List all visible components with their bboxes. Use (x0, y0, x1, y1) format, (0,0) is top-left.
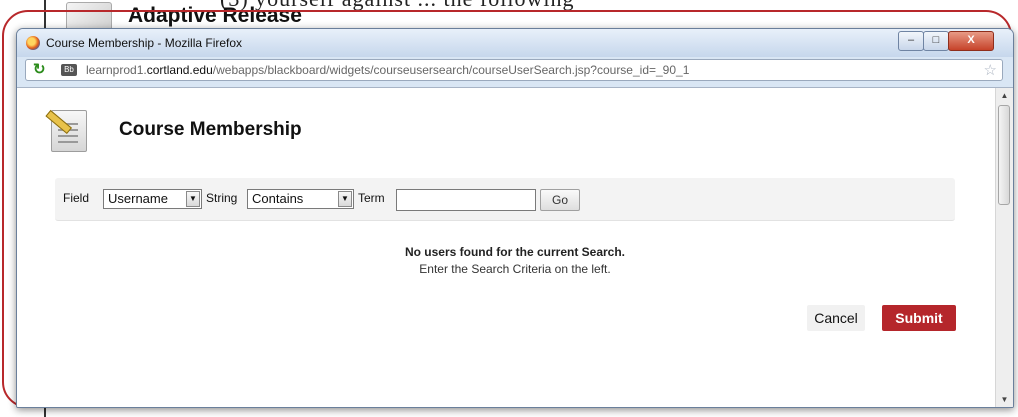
term-input[interactable] (396, 189, 536, 211)
string-label: String (206, 191, 238, 205)
page-title: Course Membership (119, 119, 302, 140)
term-label: Term (358, 191, 385, 205)
string-select-value: Contains (252, 191, 304, 206)
star-icon[interactable]: ☆ (984, 61, 997, 79)
search-hint-message: Enter the Search Criteria on the left. (419, 262, 611, 276)
cancel-button[interactable]: Cancel (807, 305, 865, 331)
window-title: Course Membership - Mozilla Firefox (46, 36, 243, 50)
firefox-window: Course Membership - Mozilla Firefox – □ … (16, 28, 1014, 408)
chevron-down-icon[interactable]: ▼ (186, 191, 200, 207)
reload-icon[interactable]: ↻ (33, 62, 49, 78)
search-bar: Field Username ▼ String Contains ▼ Term … (55, 178, 955, 221)
scroll-up-icon[interactable]: ▲ (996, 88, 1013, 104)
vertical-scrollbar[interactable]: ▲ ▼ (995, 88, 1013, 407)
page-edit-icon (45, 109, 87, 152)
go-button[interactable]: Go (540, 189, 580, 211)
scroll-thumb[interactable] (998, 105, 1010, 205)
pencil-icon (45, 109, 73, 135)
minimize-button[interactable]: – (898, 31, 924, 51)
no-results-message: No users found for the current Search. (404, 245, 626, 259)
submit-button[interactable]: Submit (882, 305, 956, 331)
url-domain: cortland.edu (146, 63, 213, 77)
field-select-value: Username (108, 191, 168, 206)
close-button[interactable]: X (948, 31, 994, 51)
navigation-bar: ↻ Bb learnprod1.cortland.edu/webapps/bla… (21, 59, 1009, 83)
chevron-down-icon[interactable]: ▼ (338, 191, 352, 207)
field-select[interactable]: Username ▼ (103, 189, 202, 209)
string-select[interactable]: Contains ▼ (247, 189, 354, 209)
url-text[interactable]: learnprod1.cortland.edu/webapps/blackboa… (86, 63, 689, 77)
page-content: Course Membership Field Username ▼ Strin… (17, 87, 1013, 407)
url-prefix: learnprod1. (86, 63, 147, 77)
address-bar[interactable]: ↻ Bb learnprod1.cortland.edu/webapps/bla… (25, 59, 1003, 81)
firefox-logo-icon (26, 36, 40, 50)
site-identity-icon[interactable]: Bb (61, 64, 77, 76)
url-path: /webapps/blackboard/widgets/courseuserse… (212, 63, 690, 77)
scroll-down-icon[interactable]: ▼ (996, 392, 1013, 407)
field-label: Field (63, 191, 90, 205)
window-titlebar[interactable]: Course Membership - Mozilla Firefox – □ … (17, 29, 1013, 57)
maximize-button[interactable]: □ (923, 31, 949, 51)
